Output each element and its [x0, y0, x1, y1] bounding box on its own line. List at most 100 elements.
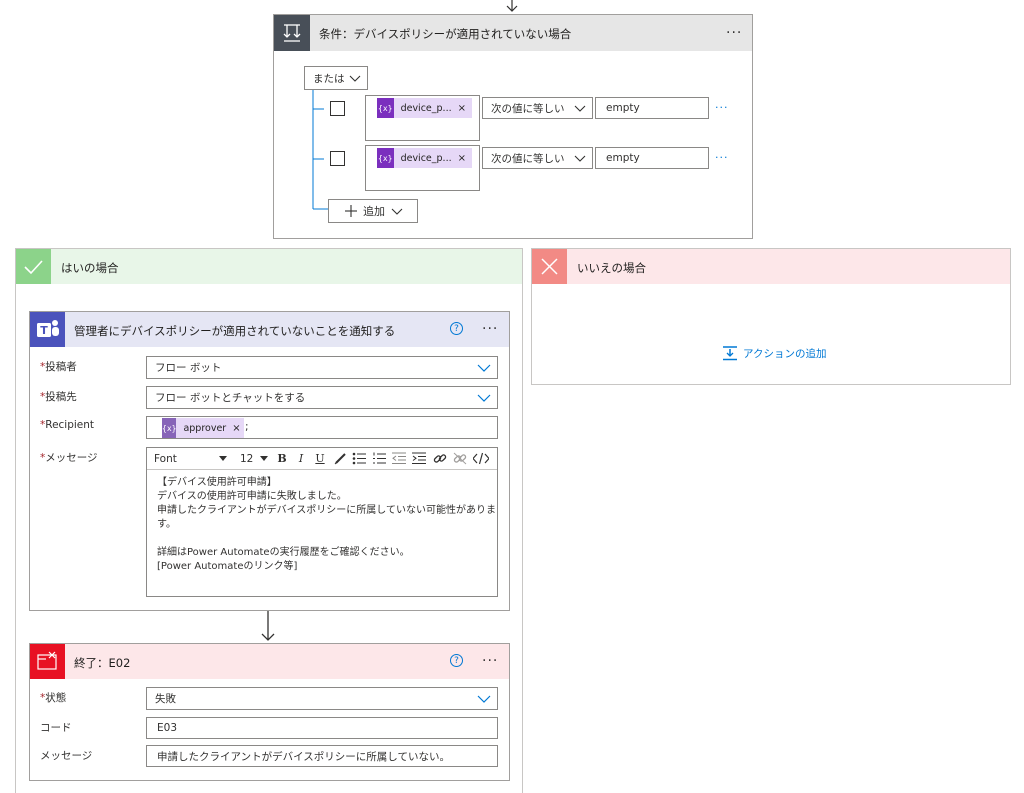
unlink-icon[interactable]	[453, 452, 467, 465]
code-value: E03	[157, 722, 177, 734]
font-size-select[interactable]: 12	[237, 450, 271, 467]
underline-button[interactable]: U	[312, 450, 328, 467]
post-to-value: フロー ボットとチャットをする	[155, 392, 306, 404]
numbered-list-icon[interactable]	[372, 452, 386, 465]
help-icon[interactable]: ?	[450, 322, 463, 335]
message-body[interactable]: 【デバイス使用許可申請】 デバイスの使用許可申請に失敗しました。 申請したクライ…	[157, 476, 496, 574]
teams-action-title: 管理者にデバイスポリシーが適用されていないことを通知する	[74, 324, 396, 338]
teams-action-card: T 管理者にデバイスポリシーが適用されていないことを通知する ? ··· *投稿…	[29, 311, 510, 611]
terminate-message-value: 申請したクライアントがデバイスポリシーに所属していない。	[157, 750, 450, 763]
terminate-action-header[interactable]: 終了：E02 ? ···	[30, 644, 509, 679]
condition-row-1-checkbox[interactable]	[330, 101, 345, 116]
teams-action-menu-button[interactable]: ···	[482, 322, 498, 336]
variable-icon: {x}	[377, 148, 394, 168]
value-text: empty	[606, 102, 640, 114]
caret-down-icon	[219, 455, 227, 461]
poster-value: フロー ボット	[155, 362, 222, 374]
terminate-message-label: メッセージ	[40, 750, 93, 762]
flow-arrow-top	[506, 0, 518, 12]
italic-button[interactable]: I	[293, 450, 309, 467]
font-select[interactable]: Font	[149, 450, 233, 467]
poster-label: *投稿者	[40, 361, 77, 373]
flow-arrow-down	[261, 611, 275, 641]
token-label: approver	[183, 422, 227, 434]
variable-icon: {x}	[162, 418, 177, 438]
token-label: device_p...	[400, 152, 452, 164]
value-text: empty	[606, 152, 640, 164]
chevron-down-icon	[574, 155, 586, 162]
terminate-action-title: 終了：E02	[74, 656, 131, 670]
close-icon	[532, 249, 567, 284]
chevron-down-icon	[574, 105, 586, 112]
svg-text:T: T	[40, 324, 48, 337]
token-label: device_p...	[400, 102, 452, 114]
no-branch-header[interactable]: いいえの場合	[532, 249, 1010, 284]
condition-row-1-more-button[interactable]: ···	[715, 102, 729, 113]
add-action-button[interactable]: アクションの追加	[722, 346, 826, 361]
teams-action-header[interactable]: T 管理者にデバイスポリシーが適用されていないことを通知する ? ···	[30, 312, 509, 347]
highlight-pen-icon[interactable]	[334, 452, 347, 465]
bold-button[interactable]: B	[274, 450, 290, 467]
recipient-input[interactable]: {x} approver × ;	[146, 416, 498, 439]
condition-row-2-value-input[interactable]: empty	[595, 147, 709, 169]
token-remove-icon[interactable]: ×	[458, 153, 466, 164]
condition-card: 条件：デバイスポリシーが適用されていない場合 ··· または {x} devic…	[273, 14, 753, 239]
condition-row-2-operand[interactable]: {x} device_p... ×	[365, 145, 480, 191]
condition-icon	[274, 15, 310, 51]
condition-row-2-checkbox[interactable]	[330, 151, 345, 166]
add-button-label: 追加	[363, 205, 385, 218]
chevron-down-icon	[477, 695, 491, 703]
add-action-label: アクションの追加	[743, 348, 827, 360]
operator-value: 次の値に等しい	[491, 102, 565, 115]
operator-value: 次の値に等しい	[491, 152, 565, 165]
terminate-message-input[interactable]: 申請したクライアントがデバイスポリシーに所属していない。	[146, 745, 498, 767]
terminate-icon	[30, 644, 65, 679]
code-view-icon[interactable]	[473, 452, 489, 465]
token-remove-icon[interactable]: ×	[232, 423, 240, 434]
condition-title: 条件：デバイスポリシーが適用されていない場合	[319, 27, 572, 41]
yes-branch-header[interactable]: はいの場合	[16, 249, 522, 284]
caret-down-icon	[260, 455, 268, 461]
editor-toolbar: Font 12 B I U	[147, 448, 497, 470]
yes-branch-title: はいの場合	[61, 261, 119, 275]
message-editor: Font 12 B I U 【デバイス使用許可申請】 デバイスの使用許可申請に失…	[146, 447, 498, 597]
chevron-down-icon	[477, 394, 491, 402]
code-input[interactable]: E03	[146, 717, 498, 739]
condition-tree-lines	[312, 90, 328, 210]
yes-check-icon	[16, 249, 51, 284]
recipient-separator: ;	[245, 421, 249, 433]
condition-row-2-token[interactable]: {x} device_p... ×	[377, 148, 472, 168]
link-icon[interactable]	[433, 452, 447, 465]
condition-row-1-value-input[interactable]: empty	[595, 97, 709, 119]
indent-icon[interactable]	[412, 452, 426, 465]
code-label: コード	[40, 722, 72, 734]
help-icon[interactable]: ?	[450, 654, 463, 667]
chevron-down-icon	[349, 75, 361, 82]
condition-row-2-operator-select[interactable]: 次の値に等しい	[482, 147, 593, 169]
condition-header[interactable]: 条件：デバイスポリシーが適用されていない場合 ···	[274, 15, 752, 51]
plus-icon	[345, 205, 357, 217]
add-action-icon	[723, 346, 737, 361]
condition-row-1-token[interactable]: {x} device_p... ×	[377, 98, 472, 118]
bullet-list-icon[interactable]	[352, 452, 366, 465]
post-to-select[interactable]: フロー ボットとチャットをする	[146, 386, 498, 409]
outdent-icon[interactable]	[392, 452, 406, 465]
condition-row-1-operator-select[interactable]: 次の値に等しい	[482, 97, 593, 119]
recipient-token[interactable]: {x} approver ×	[162, 418, 244, 438]
teams-icon: T	[30, 312, 65, 347]
chevron-down-icon	[477, 364, 491, 372]
terminate-action-card: 終了：E02 ? ··· *状態 失敗 コード E03 メッセージ 申請したクラ…	[29, 643, 510, 781]
group-operator-select[interactable]: または	[304, 66, 368, 90]
status-select[interactable]: 失敗	[146, 687, 498, 710]
token-remove-icon[interactable]: ×	[458, 103, 466, 114]
variable-icon: {x}	[377, 98, 394, 118]
recipient-label: *Recipient	[40, 419, 95, 431]
condition-row-2-more-button[interactable]: ···	[715, 152, 729, 163]
condition-row-1-operand[interactable]: {x} device_p... ×	[365, 95, 480, 141]
terminate-action-menu-button[interactable]: ···	[482, 654, 498, 668]
condition-menu-button[interactable]: ···	[726, 26, 742, 40]
status-value: 失敗	[155, 693, 176, 705]
condition-add-button[interactable]: 追加	[328, 199, 418, 223]
no-branch-container: いいえの場合 アクションの追加	[531, 248, 1011, 385]
poster-select[interactable]: フロー ボット	[146, 356, 498, 379]
